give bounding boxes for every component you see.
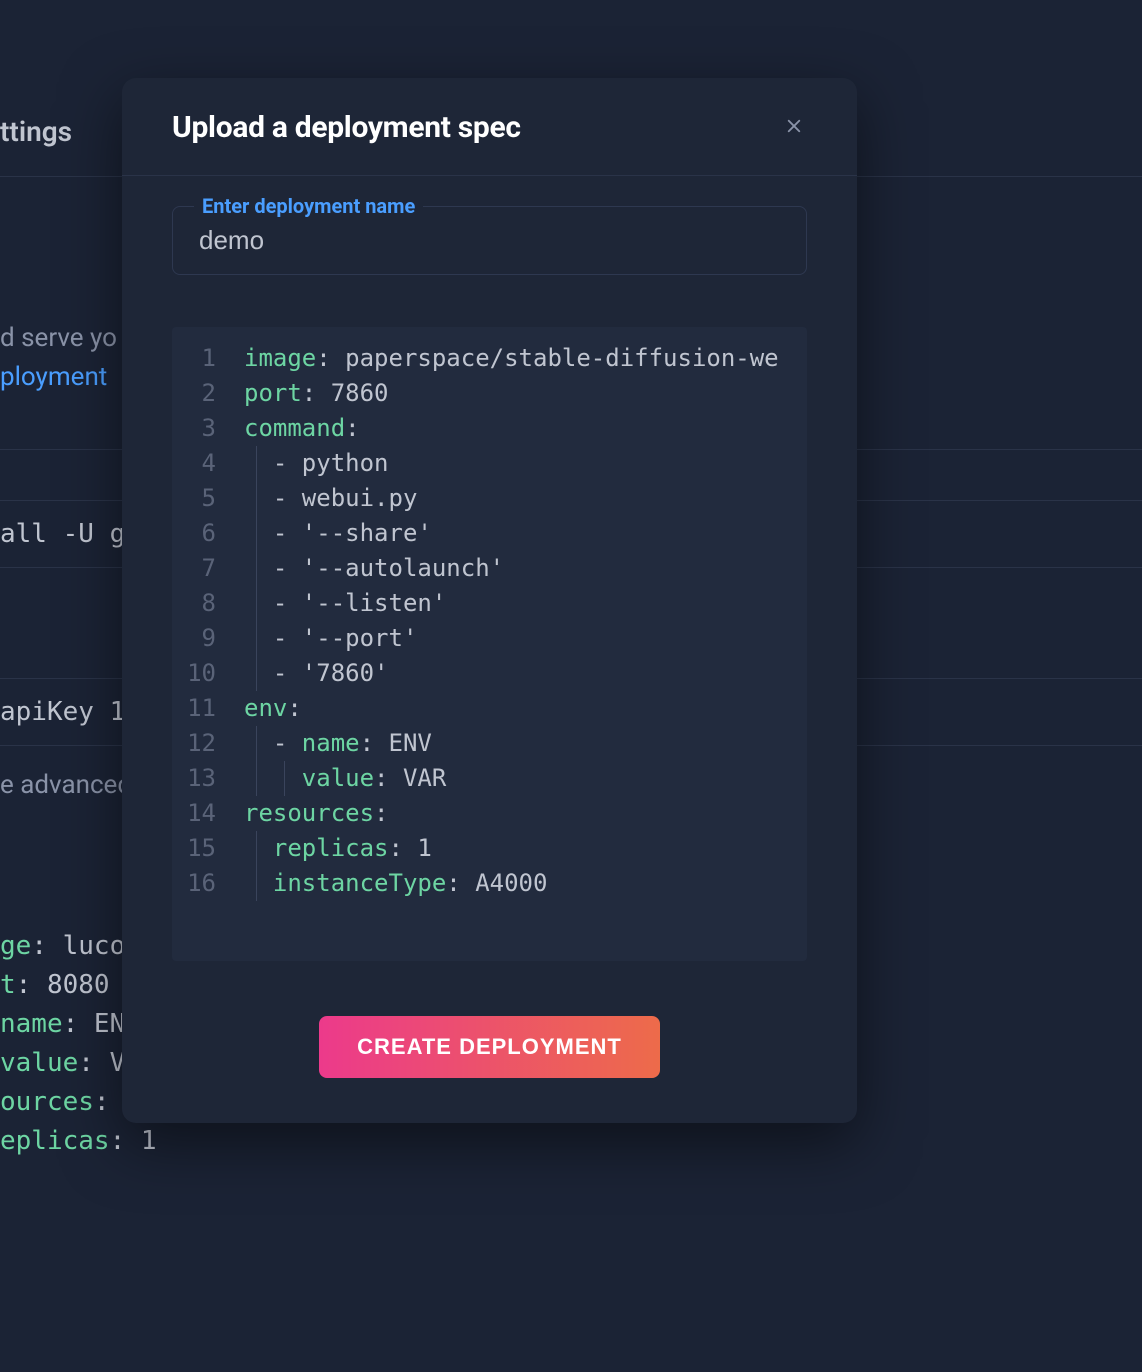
line-number: 16 — [172, 866, 244, 901]
line-number: 4 — [172, 446, 244, 481]
editor-line: 15 replicas: 1 — [172, 831, 807, 866]
line-number: 15 — [172, 831, 244, 866]
editor-line: 6 - '--share' — [172, 516, 807, 551]
line-content: - '--listen' — [244, 586, 807, 621]
create-deployment-button[interactable]: CREATE DEPLOYMENT — [319, 1016, 660, 1078]
line-content: replicas: 1 — [244, 831, 807, 866]
line-content: - webui.py — [244, 481, 807, 516]
line-number: 6 — [172, 516, 244, 551]
line-content: value: VAR — [244, 761, 807, 796]
line-content: port: 7860 — [244, 376, 807, 411]
editor-line: 14resources: — [172, 796, 807, 831]
upload-spec-modal: Upload a deployment spec Enter deploymen… — [122, 78, 857, 1123]
line-number: 7 — [172, 551, 244, 586]
line-number: 2 — [172, 376, 244, 411]
editor-line: 1image: paperspace/stable-diffusion-we — [172, 341, 807, 376]
editor-line: 12 - name: ENV — [172, 726, 807, 761]
line-number: 12 — [172, 726, 244, 761]
editor-line: 2port: 7860 — [172, 376, 807, 411]
editor-line: 16 instanceType: A4000 — [172, 866, 807, 901]
line-content: env: — [244, 691, 807, 726]
line-content: - python — [244, 446, 807, 481]
editor-line: 7 - '--autolaunch' — [172, 551, 807, 586]
deployment-link[interactable]: ployment — [0, 362, 107, 392]
line-content: - '--share' — [244, 516, 807, 551]
spec-editor[interactable]: 1image: paperspace/stable-diffusion-we2p… — [172, 327, 807, 961]
line-number: 11 — [172, 691, 244, 726]
line-number: 8 — [172, 586, 244, 621]
line-content: - '--autolaunch' — [244, 551, 807, 586]
line-content: - '7860' — [244, 656, 807, 691]
line-number: 13 — [172, 761, 244, 796]
close-icon — [785, 117, 803, 138]
editor-line: 9 - '--port' — [172, 621, 807, 656]
name-input-label: Enter deployment name — [194, 194, 423, 218]
line-number: 14 — [172, 796, 244, 831]
editor-line: 10 - '7860' — [172, 656, 807, 691]
modal-body: Enter deployment name 1image: paperspace… — [122, 176, 857, 1123]
line-content: - '--port' — [244, 621, 807, 656]
line-content: command: — [244, 411, 807, 446]
line-content: instanceType: A4000 — [244, 866, 807, 901]
editor-line: 4 - python — [172, 446, 807, 481]
editor-line: 3command: — [172, 411, 807, 446]
line-number: 10 — [172, 656, 244, 691]
close-button[interactable] — [781, 113, 807, 142]
line-number: 3 — [172, 411, 244, 446]
name-input-wrap: Enter deployment name — [172, 206, 807, 275]
editor-line: 8 - '--listen' — [172, 586, 807, 621]
line-number: 1 — [172, 341, 244, 376]
line-content: - name: ENV — [244, 726, 807, 761]
editor-line: 11env: — [172, 691, 807, 726]
modal-header: Upload a deployment spec — [122, 78, 857, 176]
modal-title: Upload a deployment spec — [172, 110, 521, 145]
editor-line: 13 value: VAR — [172, 761, 807, 796]
editor-line: 5 - webui.py — [172, 481, 807, 516]
line-content: resources: — [244, 796, 807, 831]
line-number: 5 — [172, 481, 244, 516]
line-content: image: paperspace/stable-diffusion-we — [244, 341, 807, 376]
line-number: 9 — [172, 621, 244, 656]
